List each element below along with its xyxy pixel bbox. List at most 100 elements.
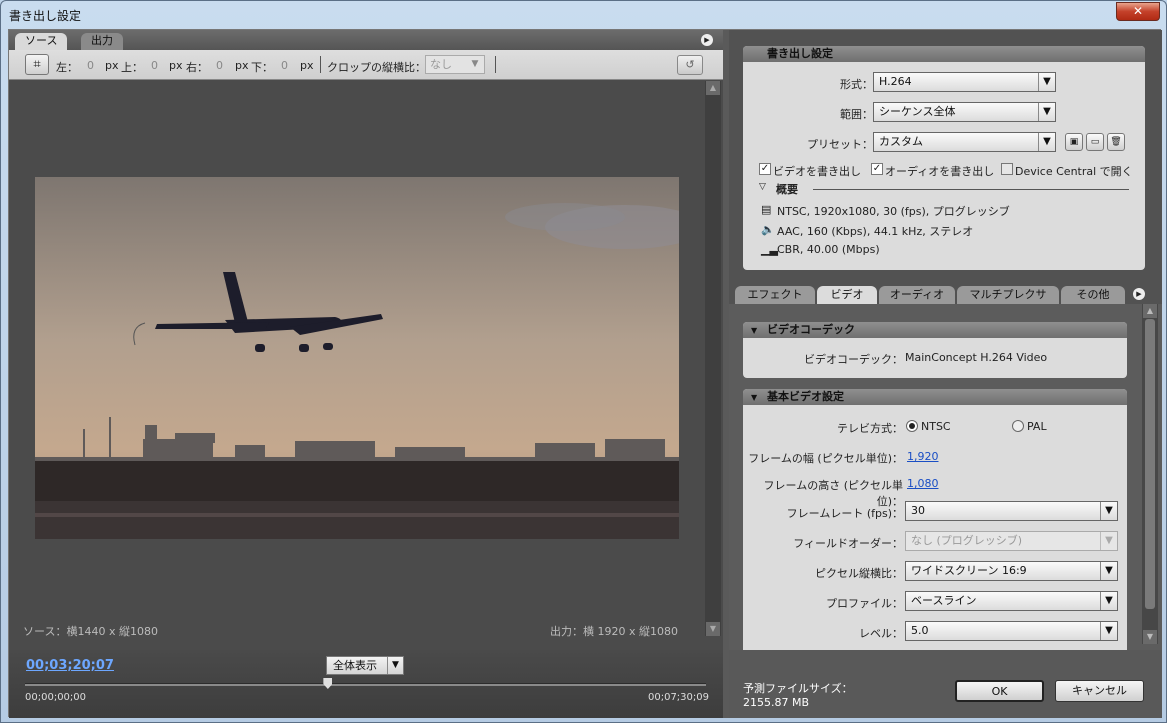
- range-select[interactable]: シーケンス全体 ▼: [873, 102, 1056, 122]
- tab-audio[interactable]: オーディオ: [879, 286, 955, 304]
- frame-height-value[interactable]: 1,080: [907, 477, 939, 490]
- range-label: 範囲：: [840, 108, 873, 121]
- crop-top-label: 上：: [121, 61, 143, 74]
- scroll-down-icon[interactable]: ▼: [706, 622, 720, 636]
- delete-preset-icon[interactable]: 🗑: [1107, 133, 1125, 151]
- preview-scrollbar[interactable]: ▲ ▼: [705, 81, 721, 636]
- summary-bitrate: CBR, 40.00 (Mbps): [777, 243, 880, 256]
- current-timecode[interactable]: 00;03;20;07: [26, 658, 114, 673]
- playhead-handle[interactable]: [323, 678, 333, 689]
- toolbar-divider: [320, 56, 321, 73]
- close-button[interactable]: ✕: [1116, 2, 1160, 21]
- settings-tabs: エフェクト ビデオ オーディオ マルチプレクサ その他 ▶: [729, 284, 1162, 304]
- basic-video-title: 基本ビデオ設定: [767, 390, 844, 403]
- estimated-size-value: 2155.87 MB: [743, 696, 810, 709]
- crop-top-value[interactable]: 0: [151, 59, 158, 72]
- profile-label: プロファイル：: [826, 597, 903, 610]
- profile-select[interactable]: ベースライン ▼: [905, 591, 1118, 611]
- collapse-icon: ▼: [751, 393, 758, 402]
- summary-video: NTSC, 1920x1080, 30 (fps), プログレッシブ: [777, 205, 1010, 218]
- tab-source[interactable]: ソース: [15, 33, 68, 50]
- collapse-icon: ▼: [751, 326, 758, 335]
- tabs-menu-icon[interactable]: ▶: [1133, 288, 1145, 300]
- tab-video[interactable]: ビデオ: [817, 286, 877, 304]
- scroll-thumb[interactable]: [1145, 319, 1155, 609]
- crop-unit: px: [105, 59, 119, 72]
- swap-icon[interactable]: ↺: [677, 55, 703, 75]
- preset-label: プリセット：: [807, 138, 873, 151]
- crop-unit: px: [169, 59, 183, 72]
- scroll-up-icon[interactable]: ▲: [1143, 304, 1157, 318]
- panel-menu-icon[interactable]: ▶: [701, 34, 713, 46]
- chevron-down-icon: ▼: [1100, 532, 1117, 550]
- level-select[interactable]: 5.0 ▼: [905, 621, 1118, 641]
- crop-aspect-select[interactable]: なし ▼: [425, 55, 485, 74]
- crop-bottom-value[interactable]: 0: [281, 59, 288, 72]
- save-preset-icon[interactable]: ▣: [1065, 133, 1083, 151]
- basic-video-group: ▼ 基本ビデオ設定 テレビ方式： NTSC PAL フレームの幅 (ピクセル単位…: [743, 389, 1127, 650]
- field-order-select[interactable]: なし (プログレッシブ) ▼: [905, 531, 1118, 551]
- export-video-checkbox[interactable]: ✓: [759, 163, 771, 175]
- dialog-footer: 予測ファイルサイズ： 2155.87 MB OK キャンセル: [729, 650, 1162, 718]
- settings-scrollbar[interactable]: ▲ ▼: [1142, 304, 1158, 644]
- frame-width-value[interactable]: 1,920: [907, 450, 939, 463]
- basic-video-header[interactable]: ▼ 基本ビデオ設定: [743, 389, 1127, 405]
- video-codec-value: MainConcept H.264 Video: [905, 351, 1048, 364]
- export-audio-checkbox[interactable]: ✓: [871, 163, 883, 175]
- pixel-aspect-value: ワイドスクリーン 16:9: [911, 564, 1027, 577]
- preset-value: カスタム: [879, 135, 923, 148]
- summary-audio: AAC, 160 (Kbps), 44.1 kHz, ステレオ: [777, 225, 974, 238]
- estimated-size: 予測ファイルサイズ： 2155.87 MB: [743, 682, 853, 710]
- export-settings-window: 書き出し設定 ✕ ソース 出力 ▶ ⌗ 左： 0 px 上： 0 px 右： 0…: [0, 0, 1167, 723]
- timeline-bar: 00;03;20;07 全体表示 ▼ 00;00;00;00 00;07;30;…: [9, 650, 723, 718]
- framerate-select[interactable]: 30 ▼: [905, 501, 1118, 521]
- crop-bottom-label: 下：: [251, 61, 273, 74]
- crop-left-value[interactable]: 0: [87, 59, 94, 72]
- collapse-icon[interactable]: ▽: [759, 182, 766, 192]
- export-video-label: ビデオを書き出し: [773, 165, 861, 178]
- level-value: 5.0: [911, 624, 929, 637]
- pixel-aspect-label: ピクセル縦横比：: [815, 567, 903, 580]
- format-value: H.264: [879, 75, 912, 88]
- pixel-aspect-select[interactable]: ワイドスクリーン 16:9 ▼: [905, 561, 1118, 581]
- source-tabs: ソース 出力 ▶: [9, 30, 723, 50]
- crop-icon[interactable]: ⌗: [25, 54, 49, 75]
- chevron-down-icon: ▼: [1038, 133, 1055, 151]
- crop-left-label: 左：: [56, 61, 78, 74]
- cancel-button[interactable]: キャンセル: [1055, 680, 1144, 702]
- crop-right-value[interactable]: 0: [216, 59, 223, 72]
- ok-button[interactable]: OK: [955, 680, 1044, 702]
- timeline-track[interactable]: [25, 683, 706, 686]
- ntsc-radio[interactable]: [906, 420, 918, 432]
- crop-unit: px: [300, 59, 314, 72]
- tv-standard-label: テレビ方式：: [837, 422, 903, 435]
- scroll-down-icon[interactable]: ▼: [1143, 630, 1157, 644]
- tab-other[interactable]: その他: [1061, 286, 1125, 304]
- source-dimensions: ソース：横1440 x 縦1080: [23, 625, 158, 638]
- tab-effects[interactable]: エフェクト: [735, 286, 815, 304]
- framerate-value: 30: [911, 504, 925, 517]
- speaker-icon: 🔈: [761, 223, 775, 236]
- tab-output[interactable]: 出力: [81, 33, 123, 50]
- video-codec-group: ▼ ビデオコーデック ビデオコーデック： MainConcept H.264 V…: [743, 322, 1127, 378]
- chevron-down-icon: ▼: [1100, 502, 1117, 520]
- pal-radio[interactable]: [1012, 420, 1024, 432]
- format-select[interactable]: H.264 ▼: [873, 72, 1056, 92]
- device-central-checkbox[interactable]: [1001, 163, 1013, 175]
- device-central-label: Device Central で開く: [1015, 165, 1133, 178]
- settings-panel: 書き出し設定 形式： H.264 ▼ 範囲： シーケンス全体 ▼ プリセット： …: [729, 30, 1162, 718]
- video-codec-header[interactable]: ▼ ビデオコーデック: [743, 322, 1127, 338]
- chevron-down-icon: ▼: [1100, 622, 1117, 640]
- zoom-value: 全体表示: [333, 659, 377, 672]
- zoom-select[interactable]: 全体表示 ▼: [326, 656, 404, 675]
- dialog-client: ソース 出力 ▶ ⌗ 左： 0 px 上： 0 px 右： 0 px 下： 0 …: [8, 29, 1162, 718]
- crop-aspect-label: クロップの縦横比：: [327, 61, 426, 74]
- field-order-label: フィールドオーダー：: [793, 537, 903, 550]
- tab-multiplexer[interactable]: マルチプレクサ: [957, 286, 1059, 304]
- preview-area: ソース：横1440 x 縦1080 出力：横 1920 x 縦1080: [9, 81, 704, 638]
- import-preset-icon[interactable]: ▭: [1086, 133, 1104, 151]
- window-title: 書き出し設定: [9, 9, 82, 23]
- scroll-up-icon[interactable]: ▲: [706, 81, 720, 95]
- preset-select[interactable]: カスタム ▼: [873, 132, 1056, 152]
- chevron-down-icon: ▼: [1100, 562, 1117, 580]
